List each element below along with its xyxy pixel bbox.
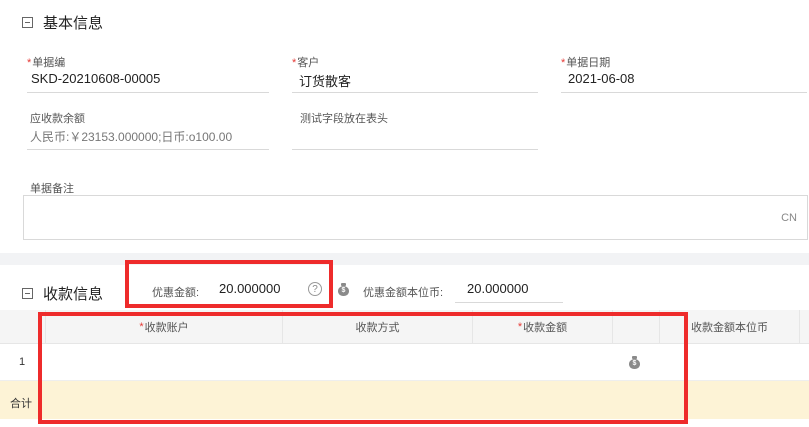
customer-label: *客户 bbox=[292, 57, 320, 69]
discount-base-input[interactable]: 20.000000 bbox=[467, 281, 528, 296]
collapse-icon[interactable] bbox=[22, 288, 33, 299]
discount-base-underline bbox=[455, 302, 563, 303]
basic-info-title: 基本信息 bbox=[43, 15, 104, 32]
receivable-value: 人民币:￥23153.000000;日币:o100.00 bbox=[30, 130, 233, 144]
doc-date-field[interactable]: 2021-06-08 bbox=[568, 71, 635, 86]
doc-date-label: *单据日期 bbox=[561, 57, 611, 69]
customer-underline bbox=[292, 92, 538, 93]
remark-textarea[interactable]: CN bbox=[23, 195, 808, 240]
doc-date-underline bbox=[561, 92, 807, 93]
doc-no-label: *单据编 bbox=[27, 57, 66, 69]
table-highlight-box bbox=[38, 312, 688, 424]
payment-info-header[interactable]: 收款信息 bbox=[22, 283, 103, 304]
row-index: 1 bbox=[19, 356, 26, 368]
collapse-icon[interactable] bbox=[22, 17, 33, 28]
basic-info-panel: 基本信息 *单据编 SKD-20210608-00005 *客户 订货散客 *单… bbox=[0, 0, 809, 253]
payment-info-title: 收款信息 bbox=[43, 286, 104, 303]
test-field-label: 测试字段放在表头 bbox=[300, 113, 388, 125]
remark-label: 单据备注 bbox=[30, 183, 74, 195]
test-field-input[interactable] bbox=[292, 149, 538, 150]
total-label: 合计 bbox=[10, 398, 32, 410]
language-tag[interactable]: CN bbox=[781, 212, 797, 224]
receivable-label: 应收款余额 bbox=[30, 113, 85, 125]
doc-no-underline bbox=[27, 92, 269, 93]
basic-info-header[interactable]: 基本信息 bbox=[22, 12, 103, 33]
doc-no-field[interactable]: SKD-20210608-00005 bbox=[31, 71, 160, 86]
discount-base-label: 优惠金额本位币: bbox=[363, 287, 444, 299]
discount-highlight-box bbox=[125, 260, 333, 308]
customer-field[interactable]: 订货散客 bbox=[299, 71, 351, 90]
receivable-underline bbox=[27, 149, 269, 150]
